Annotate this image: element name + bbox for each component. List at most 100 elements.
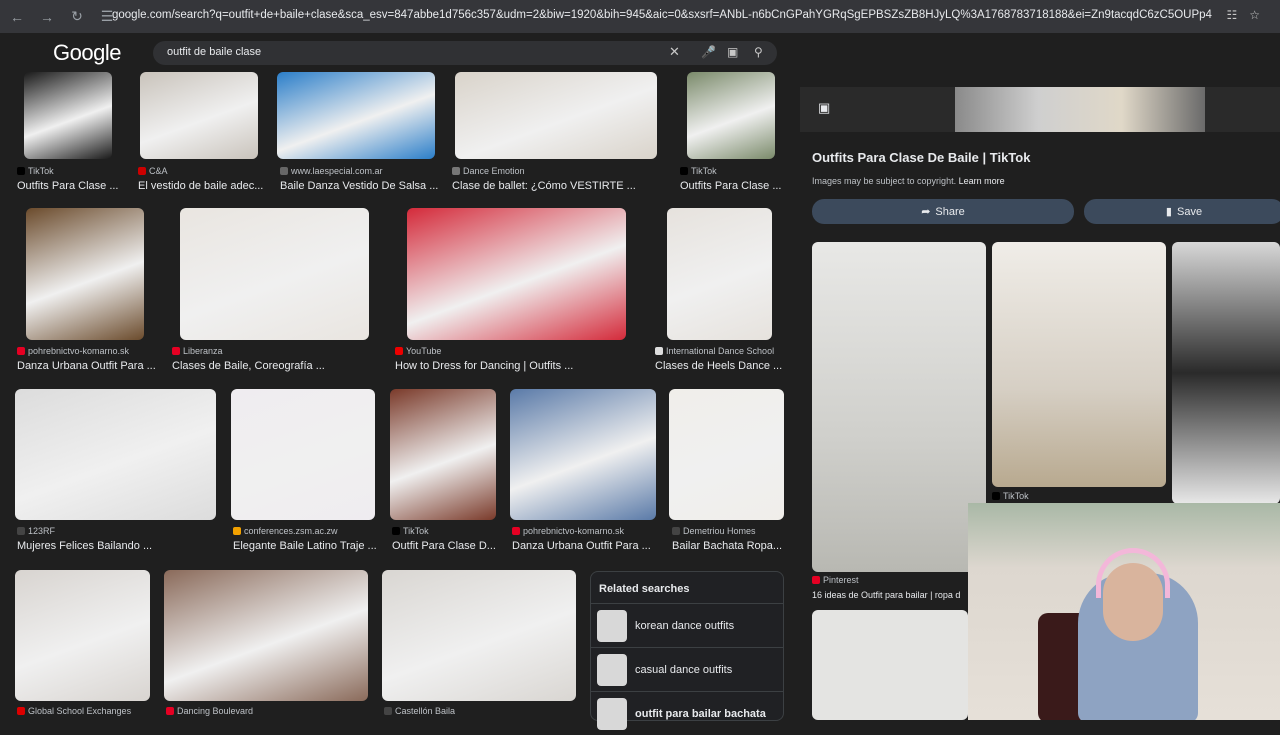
result-source[interactable]: International Dance School (655, 346, 774, 356)
result-source[interactable]: TikTok (17, 166, 54, 176)
result-title[interactable]: Clase de ballet: ¿Cómo VESTIRTE ... (452, 180, 686, 192)
search-box[interactable]: outfit de baile clase ✕ 🎤 ▣ ⚲ (153, 41, 777, 65)
related-image-4[interactable] (812, 610, 968, 720)
thumb-source-2: Pinterest (812, 575, 859, 585)
result-source-label: Liberanza (183, 346, 223, 356)
result-image[interactable] (407, 208, 626, 340)
lens-search-icon[interactable]: ▣ (818, 100, 830, 116)
result-image[interactable] (26, 208, 144, 340)
thumb-source-label: TikTok (1003, 491, 1029, 501)
result-source[interactable]: Castellón Baila (384, 706, 455, 716)
related-image-2[interactable] (992, 242, 1166, 487)
address-bar[interactable]: google.com/search?q=outfit+de+baile+clas… (112, 9, 1212, 21)
related-image-3[interactable] (1172, 242, 1280, 504)
bookmark-star-icon[interactable]: ☆ (1249, 8, 1260, 22)
result-image[interactable] (382, 570, 576, 701)
forward-icon[interactable]: → (36, 6, 58, 28)
result-image[interactable] (510, 389, 656, 520)
result-source-label: pohrebnictvo-komarno.sk (523, 526, 625, 536)
favicon-icon (384, 707, 392, 715)
favicon-icon (17, 707, 25, 715)
translate-icon[interactable]: ☷ (1226, 8, 1237, 22)
result-source[interactable]: TikTok (680, 166, 717, 176)
result-image[interactable] (15, 389, 216, 520)
result-source[interactable]: C&A (138, 166, 168, 176)
result-source-label: TikTok (403, 526, 429, 536)
related-thumb (597, 697, 627, 730)
related-label: outfit para bailar bachata (635, 707, 766, 720)
result-source[interactable]: Dancing Boulevard (166, 706, 253, 716)
favicon-icon (17, 527, 25, 535)
learn-more-link[interactable]: Learn more (959, 176, 1005, 186)
result-title[interactable]: How to Dress for Dancing | Outfits ... (395, 360, 615, 372)
search-icon[interactable]: ⚲ (754, 45, 763, 59)
share-button[interactable]: ➦ Share (812, 199, 1074, 224)
result-image[interactable] (390, 389, 496, 520)
result-image[interactable] (24, 72, 112, 159)
result-source-label: Demetriou Homes (683, 526, 756, 536)
result-image[interactable] (15, 570, 150, 701)
favicon-icon (172, 347, 180, 355)
google-logo[interactable]: Google (53, 40, 121, 66)
result-title[interactable]: Clases de Heels Dance ... (655, 360, 819, 372)
clear-icon[interactable]: ✕ (669, 44, 680, 60)
result-image[interactable] (669, 389, 784, 520)
result-title[interactable]: Clases de Baile, Coreografía ... (172, 360, 334, 372)
result-title[interactable]: Outfit Para Clase D... (392, 540, 532, 552)
result-source-label: International Dance School (666, 346, 775, 356)
related-item[interactable]: outfit para bailar bachata (591, 691, 783, 735)
result-title[interactable]: El vestido de baile adec... (138, 180, 300, 192)
result-image[interactable] (277, 72, 435, 159)
result-title[interactable]: Danza Urbana Outfit Para ... (512, 540, 692, 552)
mic-icon[interactable]: 🎤 (701, 45, 716, 59)
result-source[interactable]: TikTok (392, 526, 429, 536)
back-icon[interactable]: ← (6, 6, 28, 28)
result-image[interactable] (180, 208, 369, 340)
result-source[interactable]: pohrebnictvo-komarno.sk (512, 526, 624, 536)
result-title[interactable]: Mujeres Felices Bailando ... (17, 540, 193, 552)
search-input[interactable]: outfit de baile clase (167, 46, 261, 58)
result-image[interactable] (231, 389, 375, 520)
favicon-icon (138, 167, 146, 175)
result-source[interactable]: Dance Emotion (452, 166, 525, 176)
result-source-label: www.laespecial.com.ar (291, 166, 383, 176)
related-item[interactable]: korean dance outfits (591, 603, 783, 647)
result-image[interactable] (455, 72, 657, 159)
favicon-icon (233, 527, 241, 535)
result-image[interactable] (667, 208, 772, 340)
lens-icon[interactable]: ▣ (727, 45, 738, 59)
result-title[interactable]: Danza Urbana Outfit Para ... (17, 360, 193, 372)
result-title[interactable]: Outfits Para Clase ... (680, 180, 820, 192)
related-searches: Related searches korean dance outfits ca… (590, 571, 784, 730)
result-source-label: Castellón Baila (395, 706, 456, 716)
related-image-1[interactable] (812, 242, 986, 572)
favicon-icon (672, 527, 680, 535)
thumb-source-1: TikTok (992, 491, 1029, 501)
favicon-icon (680, 167, 688, 175)
related-thumb (597, 653, 627, 686)
result-source[interactable]: Demetriou Homes (672, 526, 756, 536)
result-source[interactable]: Liberanza (172, 346, 223, 356)
result-source[interactable]: 123RF (17, 526, 55, 536)
result-source-label: C&A (149, 166, 168, 176)
result-image[interactable] (687, 72, 775, 159)
preview-hero-image[interactable] (800, 87, 1280, 132)
webcam-overlay (968, 503, 1280, 720)
thumb-title-2[interactable]: 16 ideas de Outfit para bailar | ropa d (812, 590, 972, 600)
result-source[interactable]: conferences.zsm.ac.zw (233, 526, 338, 536)
result-source[interactable]: YouTube (395, 346, 441, 356)
favicon-icon (17, 167, 25, 175)
result-source[interactable]: Global School Exchanges (17, 706, 131, 716)
result-title[interactable]: Baile Danza Vestido De Salsa ... (280, 180, 472, 192)
reload-icon[interactable]: ↻ (66, 6, 88, 28)
result-title[interactable]: Outfits Para Clase ... (17, 180, 157, 192)
save-button[interactable]: ▮ Save (1084, 199, 1280, 224)
related-item[interactable]: casual dance outfits (591, 647, 783, 691)
result-source[interactable]: pohrebnictvo-komarno.sk (17, 346, 129, 356)
result-image[interactable] (164, 570, 368, 701)
favicon-icon (395, 347, 403, 355)
favicon-icon (280, 167, 288, 175)
result-source[interactable]: www.laespecial.com.ar (280, 166, 383, 176)
preview-title[interactable]: Outfits Para Clase De Baile | TikTok (812, 150, 1030, 165)
result-image[interactable] (140, 72, 258, 159)
